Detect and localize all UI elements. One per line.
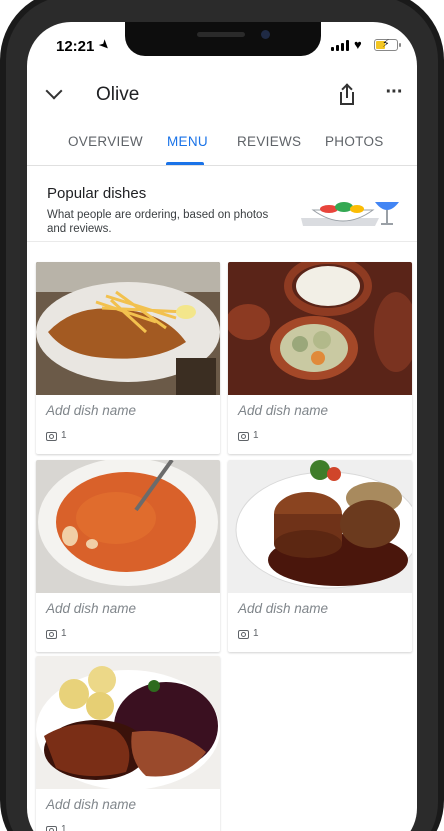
camera-icon [46,826,57,831]
dish-photo-duck [36,656,220,789]
tab-menu[interactable]: MENU [167,134,208,149]
tab-bar: OVERVIEW MENU REVIEWS PHOTOS [27,122,417,166]
photo-count: 1 [253,430,259,441]
dish-card[interactable]: Add dish name 1 [36,460,220,652]
camera-icon [238,630,249,639]
dish-photo-tomato-soup [36,460,220,593]
tab-reviews[interactable]: REVIEWS [237,134,301,149]
photo-count: 1 [253,628,259,639]
more-options-icon[interactable]: ··· [382,82,406,106]
place-title: Olive [96,84,140,105]
front-camera [261,30,270,39]
dish-photo-clay-pots [228,262,412,395]
popular-dishes-subtitle: What people are ordering, based on photo… [47,209,269,235]
add-dish-name-placeholder[interactable]: Add dish name [238,601,328,616]
popular-dishes-title: Popular dishes [47,185,147,202]
dish-card[interactable]: Add dish name 1 [36,656,220,831]
photo-count: 1 [61,430,67,441]
place-header: Olive ··· [27,74,417,118]
dish-photo-schnitzel [36,262,220,395]
active-tab-indicator [166,162,204,165]
food-and-drink-illustration [301,202,399,226]
dish-photo-steak [228,460,412,593]
location-arrow-icon: ➤ [95,35,114,54]
camera-icon [46,630,57,639]
add-dish-name-placeholder[interactable]: Add dish name [46,403,136,418]
notch [125,22,321,56]
chevron-down-icon[interactable] [43,82,67,106]
cellular-signal-icon [331,40,349,51]
wifi-icon: ♥ [354,37,362,52]
share-icon[interactable] [336,82,360,108]
speaker [197,32,245,37]
status-time: 12:21 [56,38,95,55]
tab-overview[interactable]: OVERVIEW [68,134,143,149]
tab-photos[interactable]: PHOTOS [325,134,384,149]
popular-dishes-banner: Popular dishes What people are ordering,… [27,168,417,242]
add-dish-name-placeholder[interactable]: Add dish name [46,601,136,616]
dish-card[interactable]: Add dish name 1 [228,460,412,652]
phone-screen: 12:21 ➤ ♥ ⚡ Olive ··· OVERVIEW MENU REVI… [27,22,417,831]
camera-icon [238,432,249,441]
camera-icon [46,432,57,441]
add-dish-name-placeholder[interactable]: Add dish name [46,797,136,812]
dish-card[interactable]: Add dish name 1 [36,262,220,454]
photo-count: 1 [61,824,67,831]
photo-count: 1 [61,628,67,639]
add-dish-name-placeholder[interactable]: Add dish name [238,403,328,418]
dish-card[interactable]: Add dish name 1 [228,262,412,454]
battery-icon: ⚡ [374,38,401,51]
